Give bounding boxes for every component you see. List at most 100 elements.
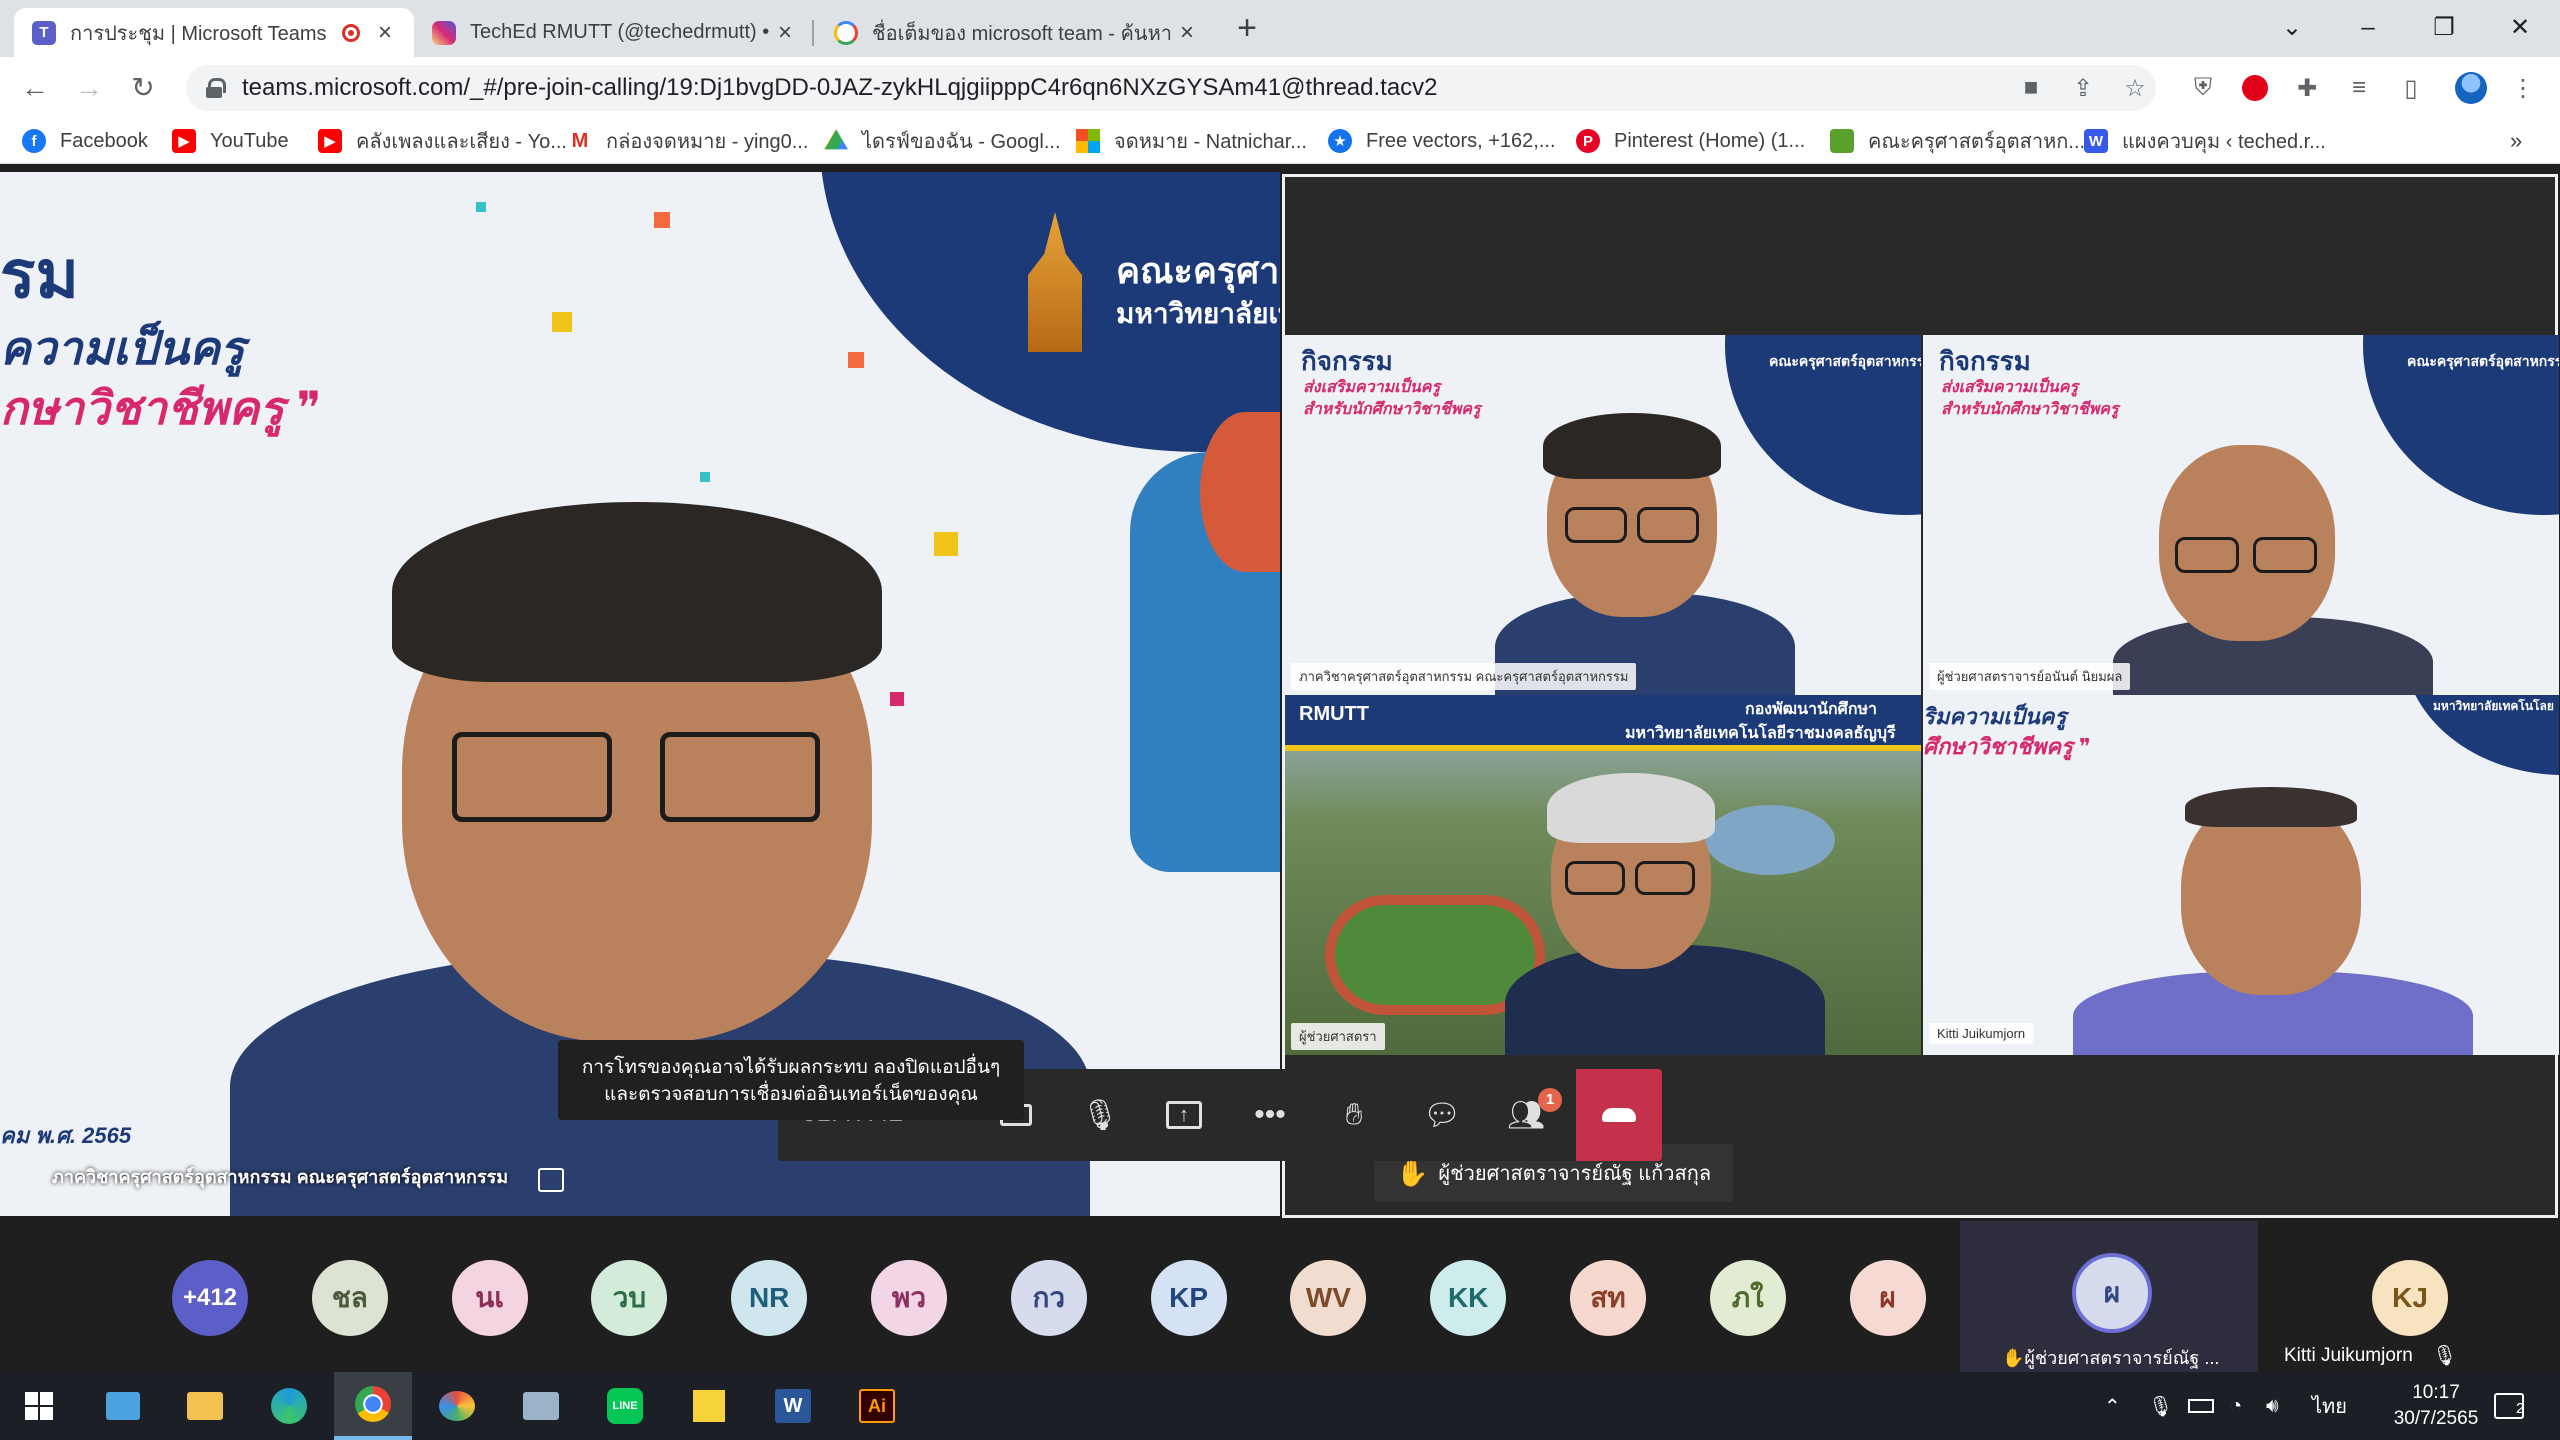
notifications-button[interactable]: 2 xyxy=(2494,1372,2524,1440)
youtube-icon: ▶ xyxy=(172,129,196,153)
bookmark-youtube-library[interactable]: ▶ คลังเพลงและเสียง - Yo... xyxy=(318,126,567,156)
tab-strip: T การประชุม | Microsoft Teams × TechEd R… xyxy=(0,0,2560,57)
gallery-tile-1[interactable]: กิจกรรม ส่งเสริมความเป็นครู สำหรับนักศึก… xyxy=(1285,335,1921,695)
bookmark-youtube[interactable]: ▶ YouTube xyxy=(172,126,289,156)
minimize-icon[interactable]: – xyxy=(2348,8,2388,48)
more-actions-button[interactable]: ••• xyxy=(1242,1087,1298,1143)
bookmark-outlook[interactable]: จดหมาย - Natnichar... xyxy=(1076,126,1307,156)
bookmark-google-drive[interactable]: ไดรฟ์ของฉัน - Googl... xyxy=(824,126,1061,156)
show-hidden-icons[interactable]: ⌃ xyxy=(2104,1372,2121,1440)
wordpress-icon: W xyxy=(2084,129,2108,153)
tab-google-search[interactable]: ชื่อเต็มของ microsoft team - ค้นหา × xyxy=(816,8,1216,57)
bookmark-faculty[interactable]: คณะครุศาสตร์อุตสาหก... xyxy=(1830,126,2085,156)
bookmark-label: ไดรฟ์ของฉัน - Googl... xyxy=(862,131,1061,153)
raised-hand-icon: ✋ xyxy=(2002,1348,2025,1368)
close-tab-icon[interactable]: × xyxy=(374,20,396,44)
mic-icon[interactable]: 🎙︎ xyxy=(2148,1372,2173,1440)
volume-icon[interactable]: 🔊︎ xyxy=(2266,1372,2279,1440)
close-tab-icon[interactable]: × xyxy=(774,20,796,44)
avatar[interactable]: KP xyxy=(1150,1260,1227,1336)
avatar[interactable]: ชล xyxy=(311,1260,388,1336)
share-icon[interactable]: ⇪ xyxy=(2066,71,2100,105)
profile-avatar[interactable] xyxy=(2454,71,2488,105)
avatar[interactable]: NR xyxy=(731,1260,808,1336)
close-window-icon[interactable]: ✕ xyxy=(2500,8,2540,48)
gallery-view: กิจกรรม ส่งเสริมความเป็นครู สำหรับนักศึก… xyxy=(1282,174,2559,1218)
youtube-icon: ▶ xyxy=(318,129,342,153)
back-icon[interactable]: ← xyxy=(16,69,54,107)
clock-date: 30/7/2565 xyxy=(2393,1408,2479,1429)
battery-icon[interactable] xyxy=(2188,1372,2214,1440)
confetti-shape xyxy=(654,212,670,228)
avatar[interactable]: ผ xyxy=(1849,1260,1926,1336)
sticky-notes-icon[interactable] xyxy=(670,1372,748,1440)
bookmark-facebook[interactable]: f Facebook xyxy=(22,126,148,156)
bookmark-wp-admin[interactable]: W แผงควบคุม ‹ teched.r... xyxy=(2084,126,2326,156)
extensions-icon[interactable]: ✚ xyxy=(2290,71,2324,105)
camera-in-use-icon[interactable]: ■ xyxy=(2014,71,2048,105)
bookmark-star-icon[interactable]: ☆ xyxy=(2118,71,2152,105)
last-participant-name: Kitti Juikumjorn xyxy=(2284,1345,2413,1366)
more-bookmarks-button[interactable]: » xyxy=(2510,126,2522,156)
wifi-icon[interactable]: ◔ xyxy=(2230,1372,2242,1440)
tab-title: การประชุม | Microsoft Teams xyxy=(70,22,327,45)
selected-participant[interactable]: ผ ✋ผู้ช่วยศาสตราจารย์ณัฐ ... xyxy=(1960,1221,2258,1372)
forward-icon[interactable]: → xyxy=(70,69,108,107)
avatar[interactable]: นเ xyxy=(451,1260,528,1336)
reading-list-icon[interactable]: ≡ xyxy=(2342,71,2376,105)
raise-hand-name: ผู้ช่วยศาสตราจารย์ณัฐ แก้วสกุล xyxy=(1438,1163,1712,1185)
bookmark-label: Free vectors, +162,... xyxy=(1366,129,1556,152)
chat-button[interactable]: 💬︎ xyxy=(1414,1087,1470,1143)
tab-search-icon[interactable]: ⌄ xyxy=(2272,8,2312,48)
share-screen-button[interactable]: ↑ xyxy=(1156,1087,1212,1143)
leave-call-button[interactable] xyxy=(1576,1069,1662,1161)
new-tab-button[interactable]: + xyxy=(1230,11,1264,46)
avatar[interactable]: สท xyxy=(1570,1260,1646,1336)
reload-icon[interactable]: ↻ xyxy=(124,69,162,107)
illustrator-icon[interactable]: Ai xyxy=(838,1372,916,1440)
restore-icon[interactable]: ❐ xyxy=(2424,8,2464,48)
avatar[interactable]: KJ xyxy=(2372,1260,2448,1336)
confetti-shape xyxy=(552,312,572,332)
tab-instagram[interactable]: TechEd RMUTT (@techedrmutt) • × xyxy=(414,8,814,57)
bookmark-freepik[interactable]: ★ Free vectors, +162,... xyxy=(1328,126,1556,156)
close-tab-icon[interactable]: × xyxy=(1176,20,1198,44)
address-bar[interactable]: teams.microsoft.com/_#/pre-join-calling/… xyxy=(186,65,2156,111)
pin-participant-icon[interactable] xyxy=(538,1168,564,1192)
raise-hand-button[interactable]: ✋︎ xyxy=(1326,1087,1382,1143)
chrome-icon[interactable] xyxy=(334,1372,412,1440)
clock[interactable]: 10:17 30/7/2565 xyxy=(2368,1372,2504,1440)
news-icon[interactable] xyxy=(84,1372,162,1440)
tab-teams[interactable]: T การประชุม | Microsoft Teams × xyxy=(14,8,414,57)
avatar[interactable]: วบ xyxy=(591,1260,668,1336)
avatar[interactable]: พว xyxy=(871,1260,947,1336)
paint-icon[interactable] xyxy=(418,1372,496,1440)
start-icon[interactable] xyxy=(0,1372,78,1440)
poster-quote-line2: สำหรับนักศึกษาวิชาชีพครู xyxy=(1303,401,1481,418)
avatar[interactable]: +412 xyxy=(172,1260,248,1336)
photos-icon[interactable] xyxy=(502,1372,580,1440)
edge-icon[interactable] xyxy=(250,1372,328,1440)
gallery-tile-2[interactable]: กิจกรรม ส่งเสริมความเป็นครู สำหรับนักศึก… xyxy=(1923,335,2559,695)
mute-button[interactable]: 🎙︎ xyxy=(1072,1087,1128,1143)
bookmark-pinterest[interactable]: P Pinterest (Home) (1... xyxy=(1576,126,1805,156)
avatar[interactable]: KK xyxy=(1430,1260,1507,1336)
gallery-tile-3[interactable]: RMUTT กองพัฒนานักศึกษา มหาวิทยาลัยเทคโนโ… xyxy=(1285,695,1921,1055)
avatar[interactable]: กว xyxy=(1010,1260,1087,1336)
line-icon[interactable]: LINE xyxy=(586,1372,664,1440)
participant-name: ภาควิชาครุศาสตร์อุตสาหกรรม คณะครุศาสตร์อ… xyxy=(1291,663,1637,690)
language-indicator[interactable]: ไทย xyxy=(2312,1372,2347,1440)
avatar[interactable]: ภใ xyxy=(1709,1260,1786,1336)
confetti-shape xyxy=(476,202,486,212)
gallery-tile-4[interactable]: ริมความเป็นครู ศึกษาวิชาชีพครู ❞ มหาวิทย… xyxy=(1923,695,2559,1055)
participant-strip: ผ ✋ผู้ช่วยศาสตราจารย์ณัฐ ... KJ Kitti Ju… xyxy=(0,1221,2560,1372)
file-explorer-icon[interactable] xyxy=(166,1372,244,1440)
side-panel-icon[interactable]: ▯ xyxy=(2394,71,2428,105)
extension-shield-icon[interactable]: ⛨ xyxy=(2186,71,2220,105)
avatar[interactable]: WV xyxy=(1290,1260,1367,1336)
more-menu-icon[interactable]: ⋮ xyxy=(2506,71,2540,105)
bookmark-gmail[interactable]: M กล่องจดหมาย - ying0... xyxy=(568,126,808,156)
poster-faculty: คณะครุศาสตร์อุตสาหกรรม xyxy=(1769,353,1921,369)
adblock-icon[interactable] xyxy=(2238,71,2272,105)
word-icon[interactable]: W xyxy=(754,1372,832,1440)
